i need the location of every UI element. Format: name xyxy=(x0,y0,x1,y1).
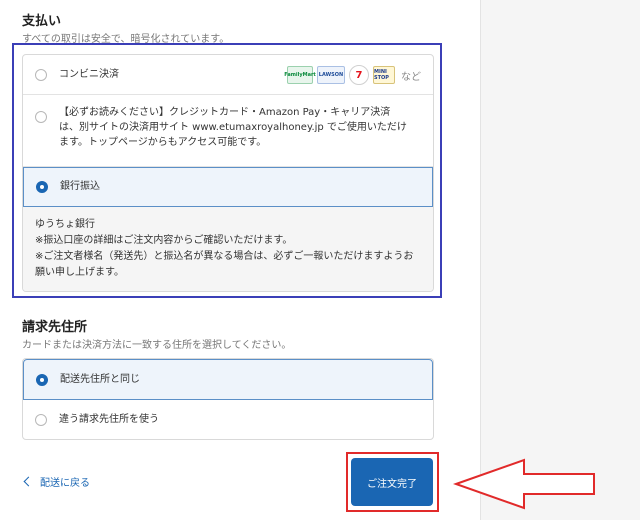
bank-detail-line3: ※ご注文者様名（発送先）と振込名が異なる場合は、必ずご一報いただけますようお願い… xyxy=(35,251,414,278)
billing-subtitle: カードまたは決済方法に一致する住所を選択してください。 xyxy=(22,340,292,351)
logos-more-text: など xyxy=(401,71,421,83)
chevron-left-icon xyxy=(23,476,34,487)
ministop-logo: MINI STOP xyxy=(373,66,395,84)
convenience-store-logos: FamilyMart LAWSON 7 MINI STOP など xyxy=(284,65,421,85)
seven-eleven-logo: 7 xyxy=(349,65,369,85)
credit-radio[interactable] xyxy=(35,111,47,123)
bank-label: 銀行振込 xyxy=(60,181,100,192)
billing-option-different[interactable]: 違う請求先住所を使う xyxy=(23,400,433,439)
payment-method-card: コンビニ決済 FamilyMart LAWSON 7 MINI STOP など … xyxy=(22,54,434,292)
billing-title: 請求先住所 xyxy=(22,320,88,335)
billing-different-radio[interactable] xyxy=(35,414,47,426)
payment-option-convenience[interactable]: コンビニ決済 FamilyMart LAWSON 7 MINI STOP など xyxy=(23,55,433,95)
billing-option-same[interactable]: 配送先住所と同じ xyxy=(23,359,433,400)
lawson-logo: LAWSON xyxy=(317,66,345,84)
billing-different-label: 違う請求先住所を使う xyxy=(59,414,159,425)
billing-address-card: 配送先住所と同じ 違う請求先住所を使う xyxy=(22,358,434,440)
back-to-shipping-link[interactable]: 配送に戻る xyxy=(22,474,90,489)
complete-order-button[interactable]: ご注文完了 xyxy=(351,458,433,506)
red-arrow-annotation xyxy=(452,458,595,510)
bank-detail-line2: ※振込口座の詳細はご注文内容からご確認いただけます。 xyxy=(35,235,293,246)
billing-same-label: 配送先住所と同じ xyxy=(60,374,140,385)
payment-title: 支払い xyxy=(22,14,62,29)
bank-transfer-details: ゆうちょ銀行 ※振込口座の詳細はご注文内容からご確認いただけます。 ※ご注文者様… xyxy=(23,207,433,291)
order-summary-panel xyxy=(480,0,640,520)
bank-radio[interactable] xyxy=(36,181,48,193)
payment-option-bank[interactable]: 銀行振込 xyxy=(23,167,433,207)
billing-same-radio[interactable] xyxy=(36,374,48,386)
back-link-label: 配送に戻る xyxy=(40,478,90,489)
convenience-radio[interactable] xyxy=(35,69,47,81)
familymart-logo: FamilyMart xyxy=(284,66,316,84)
bank-detail-line1: ゆうちょ銀行 xyxy=(35,219,95,230)
convenience-label: コンビニ決済 xyxy=(59,69,119,80)
payment-option-credit[interactable]: 【必ずお読みください】クレジットカード・Amazon Pay・キャリア決済は、別… xyxy=(23,95,433,167)
credit-label: 【必ずお読みください】クレジットカード・Amazon Pay・キャリア決済は、別… xyxy=(59,107,407,148)
